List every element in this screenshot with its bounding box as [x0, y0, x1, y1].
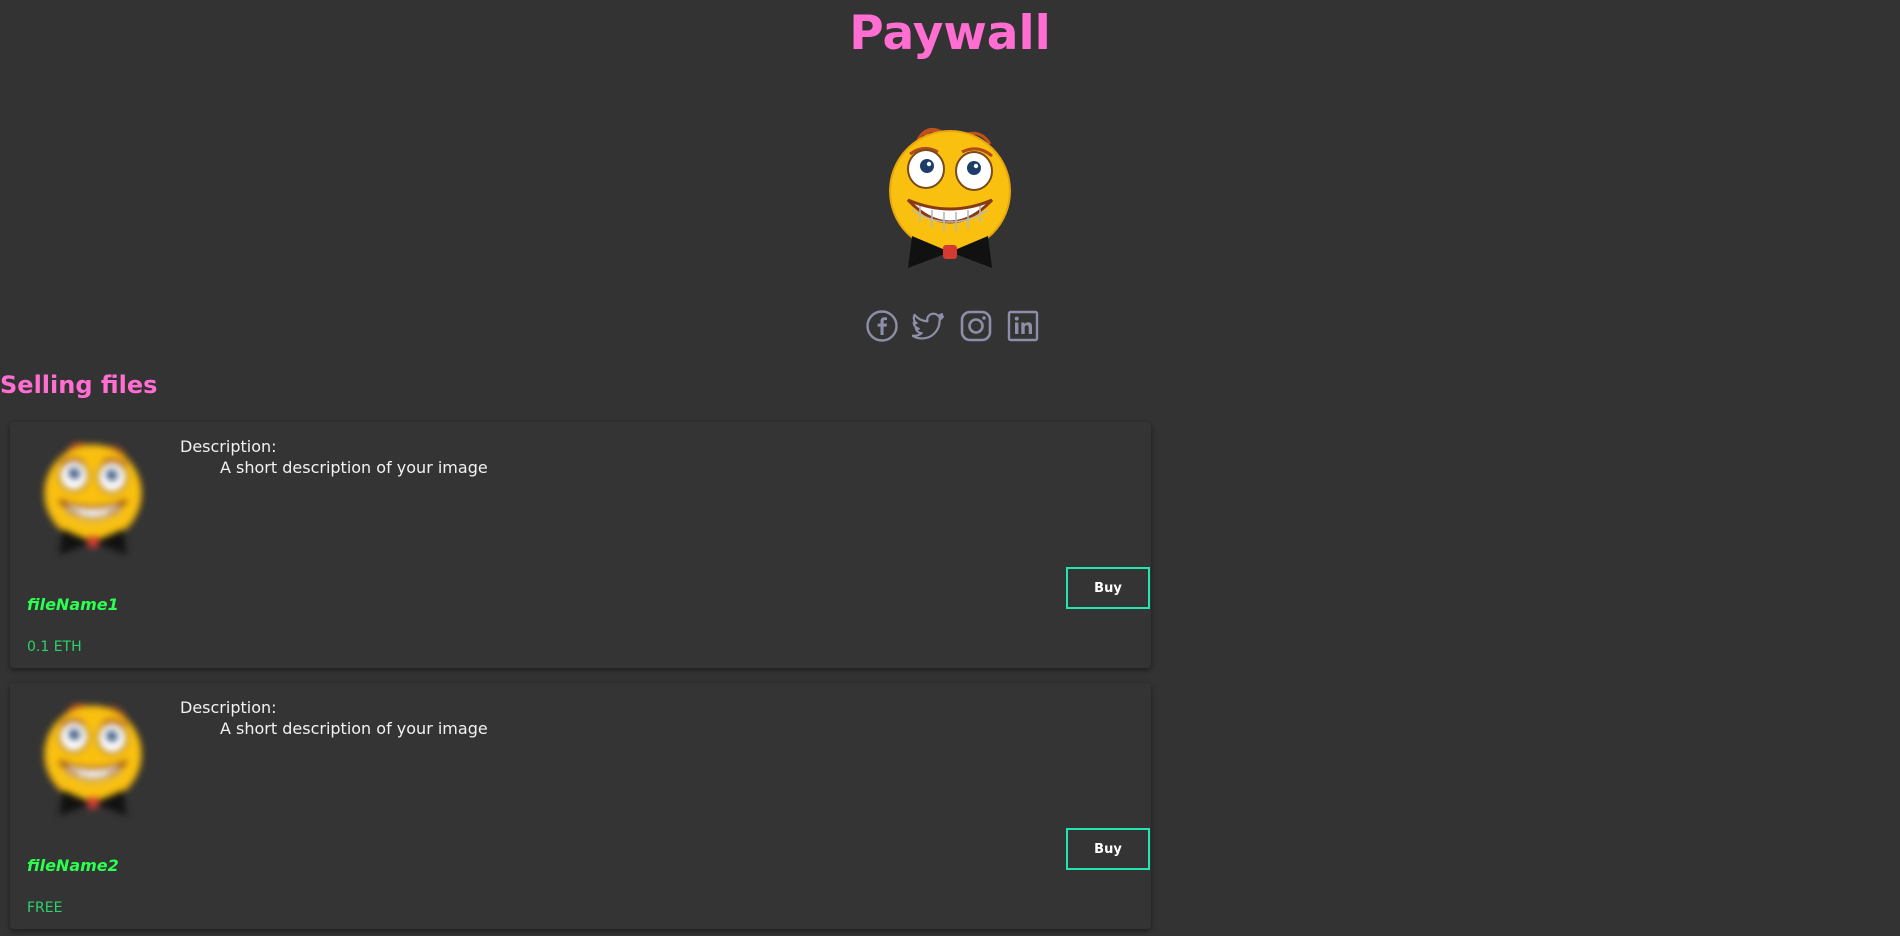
section-title: Selling files	[0, 371, 158, 399]
description-text: A short description of your image	[220, 719, 488, 738]
file-name: fileName2	[27, 856, 119, 875]
linkedin-icon[interactable]	[1006, 309, 1040, 343]
instagram-icon[interactable]	[959, 309, 993, 343]
file-card: Description: A short description of your…	[10, 683, 1151, 929]
file-price: FREE	[27, 900, 63, 916]
file-name: fileName1	[27, 595, 119, 614]
file-thumbnail	[37, 697, 149, 821]
twitter-icon[interactable]	[912, 309, 946, 343]
description-text: A short description of your image	[220, 458, 488, 477]
buy-button[interactable]: Buy	[1066, 828, 1150, 870]
grinning-bowtie-face-icon	[880, 122, 1020, 272]
file-price: 0.1 ETH	[27, 639, 82, 655]
buy-button[interactable]: Buy	[1066, 567, 1150, 609]
social-links	[865, 309, 1040, 343]
description-label: Description:	[180, 698, 277, 717]
file-thumbnail	[37, 436, 149, 560]
page-title: Paywall	[849, 6, 1051, 61]
description-label: Description:	[180, 437, 277, 456]
file-card: Description: A short description of your…	[10, 422, 1151, 668]
facebook-icon[interactable]	[865, 309, 899, 343]
